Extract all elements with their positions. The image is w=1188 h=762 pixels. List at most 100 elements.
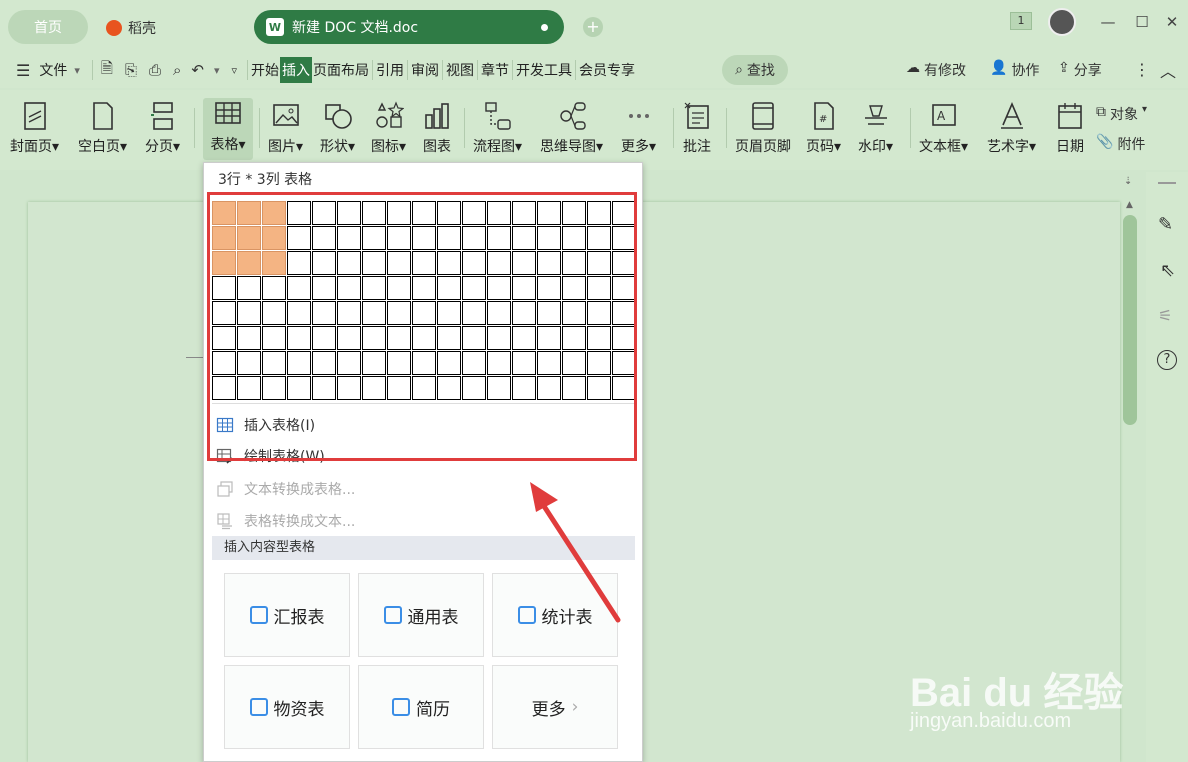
grid-cell[interactable] (512, 201, 536, 225)
grid-cell[interactable] (512, 276, 536, 300)
share-button[interactable]: ⇪ 分享 (1058, 60, 1102, 80)
grid-cell[interactable] (562, 201, 586, 225)
grid-cell[interactable] (587, 351, 611, 375)
grid-cell[interactable] (587, 201, 611, 225)
tab-document[interactable]: W 新建 DOC 文档.doc (254, 10, 564, 44)
text-to-table-item[interactable]: 文本转换成表格... (216, 479, 355, 499)
hamburger-icon[interactable]: ☰ (16, 61, 30, 80)
grid-cell[interactable] (212, 326, 236, 350)
grid-cell[interactable] (512, 376, 536, 400)
grid-cell[interactable] (362, 326, 386, 350)
grid-cell[interactable] (337, 276, 361, 300)
add-tab-button[interactable]: + (583, 17, 603, 37)
grid-cell[interactable] (362, 276, 386, 300)
panel-handle-icon[interactable] (1158, 182, 1176, 184)
adjust-icon[interactable]: ⚟ (1158, 306, 1172, 325)
menu-chapter[interactable]: 章节 (480, 57, 510, 83)
grid-cell[interactable] (212, 251, 236, 275)
grid-cell[interactable] (387, 201, 411, 225)
grid-cell[interactable] (512, 226, 536, 250)
grid-cell[interactable] (312, 276, 336, 300)
grid-cell[interactable] (237, 376, 261, 400)
template-report-card[interactable]: 汇报表 (224, 573, 350, 657)
grid-cell[interactable] (237, 251, 261, 275)
grid-cell[interactable] (412, 301, 436, 325)
scroll-up-icon[interactable]: ▲ (1126, 200, 1133, 210)
template-resume-card[interactable]: 简历 (358, 665, 484, 749)
grid-cell[interactable] (612, 301, 636, 325)
grid-cell[interactable] (537, 351, 561, 375)
print-icon[interactable]: ⎙ (149, 61, 161, 79)
grid-cell[interactable] (337, 251, 361, 275)
grid-cell[interactable] (312, 201, 336, 225)
grid-cell[interactable] (437, 201, 461, 225)
grid-cell[interactable] (212, 376, 236, 400)
grid-cell[interactable] (537, 326, 561, 350)
grid-cell[interactable] (312, 351, 336, 375)
grid-cell[interactable] (262, 351, 286, 375)
grid-cell[interactable] (437, 351, 461, 375)
grid-cell[interactable] (537, 276, 561, 300)
grid-cell[interactable] (512, 351, 536, 375)
grid-cell[interactable] (412, 226, 436, 250)
grid-cell[interactable] (287, 276, 311, 300)
grid-cell[interactable] (387, 226, 411, 250)
grid-cell[interactable] (362, 251, 386, 275)
flowchart-button[interactable]: 流程图▾ (473, 100, 522, 156)
grid-cell[interactable] (512, 251, 536, 275)
modified-button[interactable]: ☁ 有修改 (906, 60, 966, 80)
grid-cell[interactable] (262, 301, 286, 325)
grid-cell[interactable] (287, 301, 311, 325)
grid-cell[interactable] (312, 376, 336, 400)
vertical-scrollbar[interactable] (1123, 215, 1137, 425)
grid-cell[interactable] (612, 351, 636, 375)
picture-button[interactable]: 图片▾ (268, 100, 303, 156)
chevron-down-icon[interactable]: ▾ (74, 64, 80, 77)
grid-cell[interactable] (437, 276, 461, 300)
grid-cell[interactable] (237, 201, 261, 225)
grid-cell[interactable] (362, 201, 386, 225)
template-inventory-card[interactable]: 物资表 (224, 665, 350, 749)
grid-cell[interactable] (337, 201, 361, 225)
grid-cell[interactable] (237, 326, 261, 350)
wordart-button[interactable]: 艺术字▾ (987, 100, 1036, 156)
menu-start[interactable]: 开始 (250, 57, 280, 83)
grid-cell[interactable] (387, 326, 411, 350)
grid-cell[interactable] (612, 276, 636, 300)
grid-cell[interactable] (412, 276, 436, 300)
grid-cell[interactable] (387, 276, 411, 300)
grid-cell[interactable] (337, 301, 361, 325)
grid-cell[interactable] (387, 376, 411, 400)
grid-cell[interactable] (412, 376, 436, 400)
grid-cell[interactable] (262, 326, 286, 350)
avatar[interactable] (1048, 8, 1076, 36)
grid-cell[interactable] (512, 326, 536, 350)
grid-cell[interactable] (362, 226, 386, 250)
grid-cell[interactable] (487, 326, 511, 350)
grid-cell[interactable] (337, 326, 361, 350)
chart-button[interactable]: 图表 (422, 100, 452, 156)
table-to-text-item[interactable]: 表格转换成文本... (216, 511, 355, 531)
grid-cell[interactable] (412, 351, 436, 375)
help-icon[interactable]: ? (1157, 350, 1177, 370)
grid-cell[interactable] (537, 301, 561, 325)
grid-cell[interactable] (262, 376, 286, 400)
grid-cell[interactable] (212, 351, 236, 375)
export-icon[interactable]: ⎘ (125, 61, 137, 79)
menu-layout[interactable]: 页面布局 (312, 57, 370, 83)
tab-home[interactable]: 首页 (8, 10, 88, 44)
grid-cell[interactable] (362, 351, 386, 375)
grid-cell[interactable] (562, 301, 586, 325)
grid-cell[interactable] (487, 276, 511, 300)
more-button[interactable]: 更多▾ (621, 100, 656, 156)
grid-cell[interactable] (237, 226, 261, 250)
collapse-ribbon-icon[interactable]: ︿ (1160, 58, 1176, 82)
template-statistics-card[interactable]: 统计表 (492, 573, 618, 657)
grid-cell[interactable] (562, 376, 586, 400)
grid-cell[interactable] (287, 376, 311, 400)
table-size-grid[interactable] (212, 201, 636, 400)
grid-cell[interactable] (212, 226, 236, 250)
insert-table-item[interactable]: 插入表格(I) (216, 415, 315, 435)
grid-cell[interactable] (287, 326, 311, 350)
menu-reference[interactable]: 引用 (375, 57, 405, 83)
